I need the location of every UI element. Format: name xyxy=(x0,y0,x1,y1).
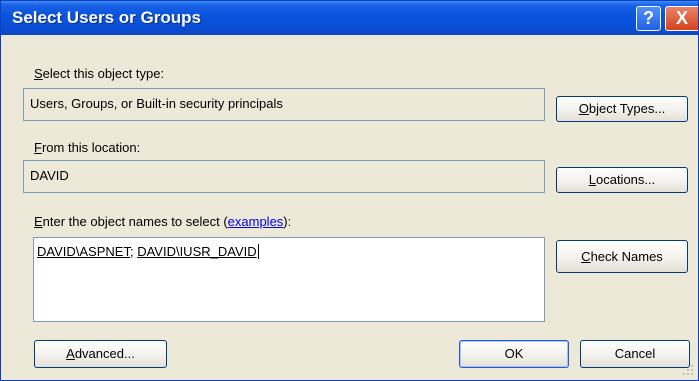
location-value: DAVID xyxy=(30,168,69,183)
dialog-title: Select Users or Groups xyxy=(12,8,201,27)
object-type-value: Users, Groups, or Built-in security prin… xyxy=(30,96,283,111)
help-icon: ? xyxy=(643,8,654,28)
cancel-button[interactable]: Cancel xyxy=(580,340,690,368)
resolved-name-iusr: DAVID\IUSR_DAVID xyxy=(137,244,257,259)
object-names-input[interactable]: DAVID\ASPNET; DAVID\IUSR_DAVID xyxy=(33,237,545,322)
examples-link[interactable]: examples xyxy=(228,214,284,229)
title-bar[interactable]: Select Users or Groups ? X xyxy=(1,1,698,35)
ok-button[interactable]: OK xyxy=(459,340,569,368)
object-names-label: Enter the object names to select (exampl… xyxy=(34,214,292,229)
resolved-name-aspnet: DAVID\ASPNET xyxy=(37,244,130,259)
object-types-button[interactable]: Object Types... xyxy=(556,96,688,122)
object-type-label: Select this object type: xyxy=(34,66,165,81)
location-field: DAVID xyxy=(23,160,545,193)
location-label: From this location: xyxy=(34,140,141,155)
close-button[interactable]: X xyxy=(665,6,698,31)
object-type-field: Users, Groups, or Built-in security prin… xyxy=(23,88,545,121)
locations-button[interactable]: Locations... xyxy=(556,167,688,193)
close-icon: X xyxy=(675,8,688,28)
object-names-text: DAVID\ASPNET; DAVID\IUSR_DAVID xyxy=(37,244,259,259)
advanced-button[interactable]: Advanced... xyxy=(34,340,167,368)
select-users-dialog: Select Users or Groups ? X Select this o… xyxy=(0,0,699,381)
check-names-button[interactable]: Check Names xyxy=(556,240,688,273)
resize-grip-icon[interactable] xyxy=(682,364,694,376)
help-button[interactable]: ? xyxy=(636,6,661,31)
text-cursor xyxy=(257,244,259,259)
